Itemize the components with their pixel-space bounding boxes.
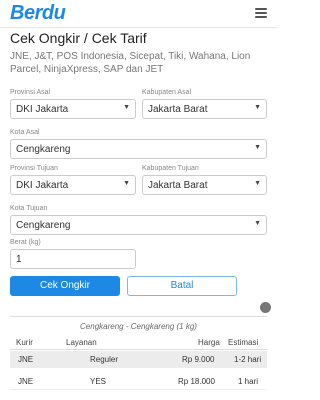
cell-kurir: JNE [18,355,34,364]
provinsi-asal-value: DKI Jakarta [16,104,69,115]
floating-dot-icon[interactable] [260,302,271,313]
kota-tujuan-label: Kota Tujuan [10,205,48,212]
kabupaten-asal-label: Kabupaten Asal [142,89,192,96]
cell-estimasi: 1 hari [238,377,259,386]
brand-logo[interactable]: Berdu [10,2,66,25]
kota-asal-select[interactable]: Cengkareng ▼ [10,139,267,159]
page-title: Cek Ongkir / Cek Tarif [10,30,147,46]
cell-layanan: YES [90,377,107,386]
cell-estimasi: 1-2 hari [234,355,262,364]
kota-tujuan-select[interactable]: Cengkareng ▼ [10,215,267,235]
divider [10,316,267,317]
cell-harga: Rp 18.000 [178,377,215,386]
header-estimasi: Estimasi [228,338,259,347]
batal-button[interactable]: Batal [127,276,237,296]
cek-ongkir-button[interactable]: Cek Ongkir [10,276,120,296]
berat-input[interactable]: 1 [10,249,136,269]
provinsi-tujuan-select[interactable]: DKI Jakarta ▼ [10,175,136,195]
provinsi-tujuan-label: Provinsi Tujuan [10,165,58,172]
result-route: Cengkareng - Cengkareng (1 kg) [80,322,197,331]
kabupaten-asal-select[interactable]: Jakarta Barat ▼ [142,99,267,119]
kota-tujuan-value: Cengkareng [16,220,71,231]
top-bar: Berdu [0,0,277,28]
chevron-down-icon: ▼ [254,220,261,227]
header-kurir: Kurir [16,338,33,347]
chevron-down-icon: ▼ [254,104,261,111]
table-header-line [10,349,267,350]
kabupaten-tujuan-select[interactable]: Jakarta Barat ▼ [142,175,267,195]
cell-layanan: Reguler [90,355,119,364]
chevron-down-icon: ▼ [123,180,130,187]
berat-label: Berat (kg) [10,239,41,246]
table-row: JNE Reguler Rp 9.000 1-2 hari [10,351,267,368]
provinsi-asal-select[interactable]: DKI Jakarta ▼ [10,99,136,119]
header-harga: Harga [198,338,220,347]
provinsi-asal-label: Provinsi Asal [10,89,51,96]
chevron-down-icon: ▼ [254,180,261,187]
berat-value: 1 [16,254,22,265]
kota-asal-value: Cengkareng [16,144,71,155]
chevron-down-icon: ▼ [254,144,261,151]
kabupaten-tujuan-value: Jakarta Barat [148,180,208,191]
table-row: JNE YES Rp 18.000 1 hari [10,373,267,390]
page-subtitle: JNE, J&T, POS Indonesia, Sicepat, Tiki, … [10,51,251,75]
kota-asal-label: Kota Asal [10,129,40,136]
kabupaten-tujuan-label: Kabupaten Tujuan [142,165,199,172]
chevron-down-icon: ▼ [123,104,130,111]
cell-kurir: JNE [18,377,34,386]
provinsi-tujuan-value: DKI Jakarta [16,180,69,191]
menu-icon[interactable] [255,8,267,18]
kabupaten-asal-value: Jakarta Barat [148,104,208,115]
cell-harga: Rp 9.000 [182,355,215,364]
header-layanan: Layanan [66,338,97,347]
table-header: Kurir Layanan Harga Estimasi [10,336,267,349]
